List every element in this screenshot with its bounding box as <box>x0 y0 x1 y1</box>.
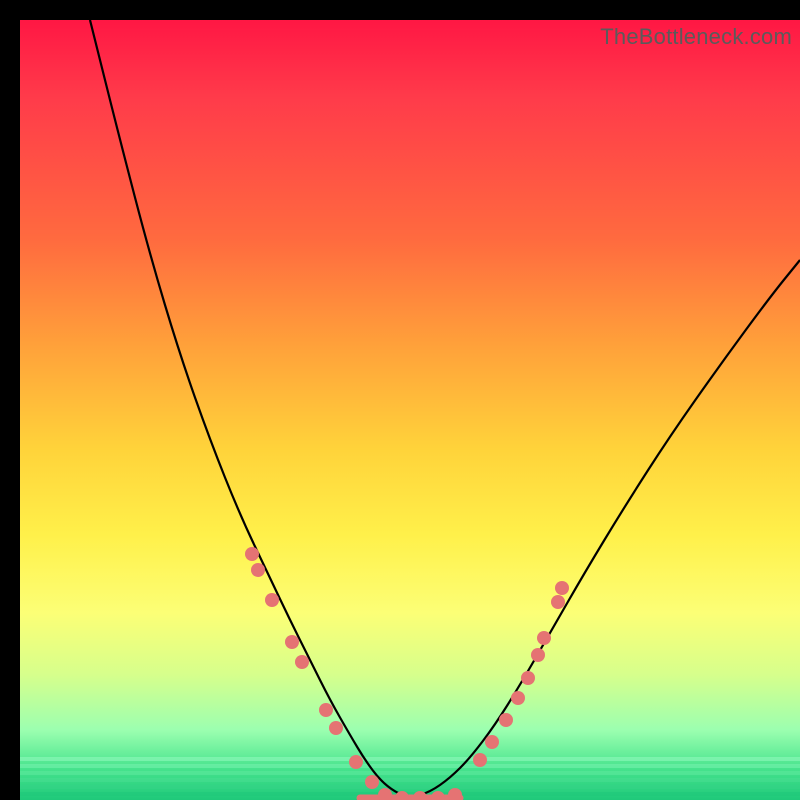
data-dot <box>531 648 545 662</box>
curve-layer <box>20 20 800 800</box>
chart-frame: TheBottleneck.com <box>0 0 800 800</box>
data-dot <box>251 563 265 577</box>
data-dot <box>245 547 259 561</box>
data-dot <box>511 691 525 705</box>
data-dot <box>537 631 551 645</box>
data-dot <box>551 595 565 609</box>
data-dot <box>265 593 279 607</box>
data-dot <box>365 775 379 789</box>
right-curve <box>410 260 800 798</box>
data-dot <box>521 671 535 685</box>
data-dot <box>499 713 513 727</box>
data-dot <box>485 735 499 749</box>
left-curve <box>90 20 410 798</box>
data-dot <box>329 721 343 735</box>
data-dot <box>473 753 487 767</box>
data-dot <box>555 581 569 595</box>
data-dot <box>448 788 462 800</box>
data-dot <box>378 788 392 800</box>
plot-outer: TheBottleneck.com <box>20 20 800 800</box>
data-dot <box>285 635 299 649</box>
dots-group <box>245 547 569 800</box>
data-dot <box>431 791 445 800</box>
data-dot <box>349 755 363 769</box>
data-dot <box>295 655 309 669</box>
data-dot <box>319 703 333 717</box>
